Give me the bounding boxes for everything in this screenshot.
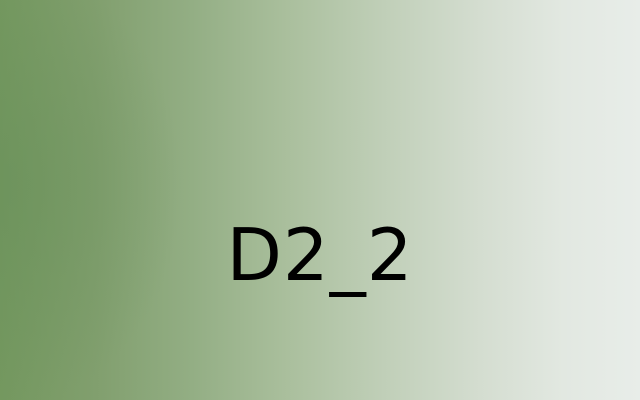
center-label: D2_2 [226, 213, 414, 297]
gradient-background: D2_2 [0, 0, 640, 400]
